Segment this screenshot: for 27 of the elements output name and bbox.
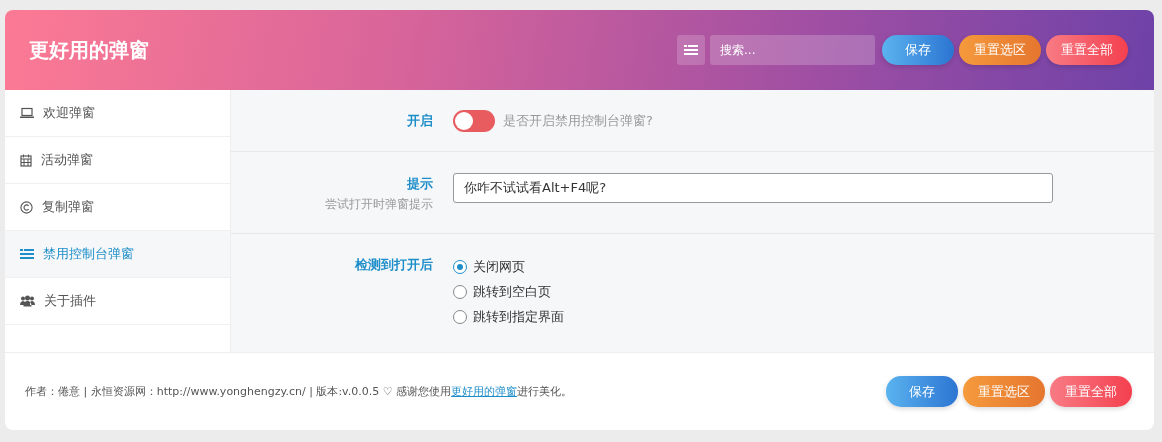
radio-label[interactable]: 跳转到空白页 — [473, 283, 551, 301]
plugin-link[interactable]: 更好用的弹窗 — [451, 385, 518, 398]
footer-text: 作者：倦意 | 永恒资源网：http://www.yonghengzy.cn/ | 版本:v.0.0.5 ♡ 感谢您使用更好用的弹窗进行美化。 — [25, 384, 573, 399]
field-label: 提示 — [407, 175, 433, 193]
page-title: 更好用的弹窗 — [29, 36, 149, 64]
sidebar-item[interactable]: 禁用控制台弹窗 — [5, 231, 230, 278]
field-label: 开启 — [407, 112, 433, 130]
radio-button[interactable] — [453, 260, 467, 274]
field-label: 检测到打开后 — [355, 256, 433, 274]
radio-button[interactable] — [453, 310, 467, 324]
menu-toggle-button[interactable] — [677, 35, 705, 65]
list-icon — [20, 248, 34, 260]
users-icon — [20, 295, 35, 307]
input-field[interactable]: 你咋不试试看Alt+F4呢? — [453, 173, 1053, 203]
copyright-icon — [20, 200, 33, 214]
list-icon — [684, 44, 698, 56]
radio-label[interactable]: 跳转到指定界面 — [473, 308, 564, 326]
laptop-icon — [20, 107, 34, 119]
sidebar-item[interactable]: 关于插件 — [5, 278, 230, 325]
switch-description: 是否开启禁用控制台弹窗? — [503, 112, 653, 130]
field-hint: 尝试打开时弹窗提示 — [325, 196, 433, 213]
radio-label[interactable]: 关闭网页 — [473, 258, 525, 276]
radio-button[interactable] — [453, 285, 467, 299]
sidebar-item[interactable]: 欢迎弹窗 — [5, 90, 230, 137]
sidebar-item[interactable]: 活动弹窗 — [5, 137, 230, 184]
calendar-icon — [20, 153, 32, 167]
toggle-switch[interactable] — [453, 110, 495, 132]
